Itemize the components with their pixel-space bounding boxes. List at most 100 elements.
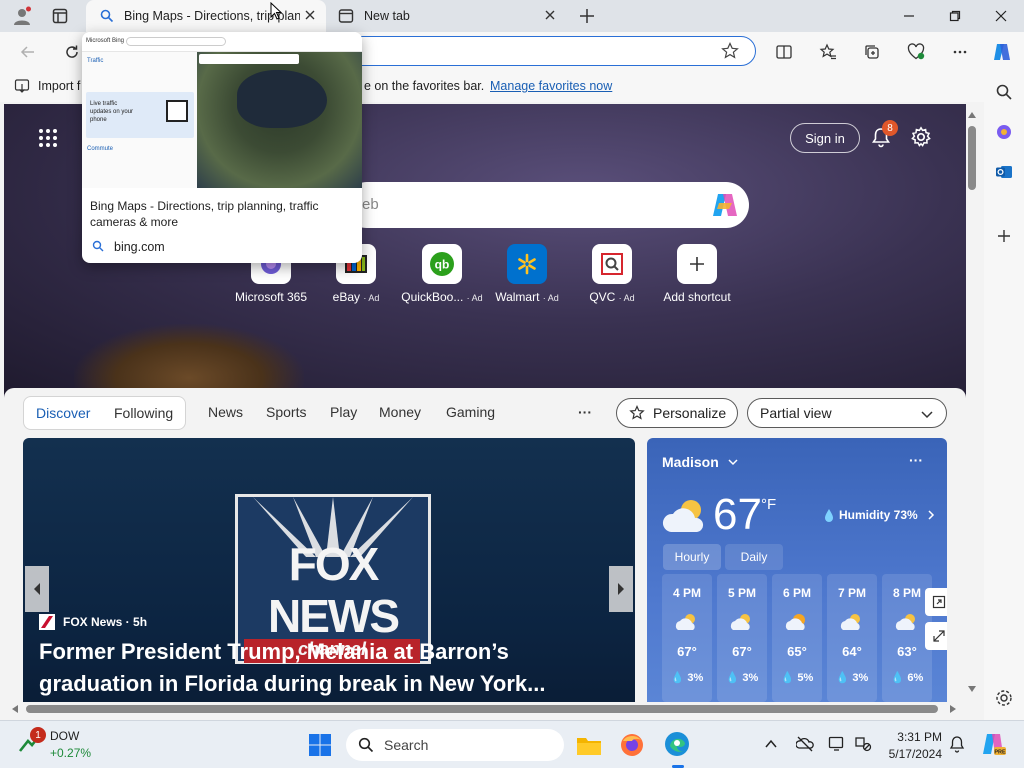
sidebar-search-icon[interactable] (992, 80, 1016, 104)
firefox-icon[interactable] (620, 733, 644, 757)
previous-story-button[interactable] (25, 566, 49, 612)
back-button[interactable] (14, 38, 42, 66)
browser-essentials-button[interactable] (902, 38, 930, 66)
scroll-down-arrow-icon[interactable] (968, 686, 976, 692)
scroll-up-arrow-icon[interactable] (968, 112, 976, 118)
add-shortcut-button[interactable]: Add shortcut (649, 244, 745, 304)
scroll-right-arrow-icon[interactable] (950, 705, 956, 713)
weather-more-button[interactable]: ··· (909, 452, 923, 468)
forecast-temperature: 67° (732, 644, 752, 659)
shortcut-label: Add shortcut (663, 290, 731, 304)
nav-news[interactable]: News (208, 404, 243, 420)
hourly-forecast-item[interactable]: 7 PM 64° 💧 3% (827, 574, 877, 702)
web-search-box[interactable]: eb (344, 182, 749, 228)
copilot-button[interactable] (988, 38, 1016, 66)
view-mode-dropdown[interactable]: Partial view (747, 398, 947, 428)
collections-button[interactable] (858, 38, 886, 66)
nav-sports[interactable]: Sports (266, 404, 306, 420)
stock-widget[interactable]: 1 (18, 727, 46, 755)
vertical-scroll-thumb[interactable] (968, 126, 976, 190)
file-explorer-icon[interactable] (576, 733, 602, 757)
forecast-precipitation: 💧 3% (662, 671, 712, 684)
tab-hover-preview[interactable]: Microsoft Bing Traffic Live traffic upda… (82, 32, 362, 263)
tab-actions-icon[interactable] (52, 8, 68, 24)
new-tab-button[interactable] (578, 7, 596, 25)
notifications-bell-icon[interactable]: 8 (870, 120, 898, 148)
close-tab-icon[interactable] (304, 9, 316, 21)
stock-change: +0.27% (50, 746, 92, 760)
partly-cloudy-icon (894, 612, 920, 632)
scroll-left-arrow-icon[interactable] (12, 705, 18, 713)
personalize-button[interactable]: Personalize (616, 398, 738, 428)
shortcut-quickbooks[interactable]: qb QuickBoo... · Ad (394, 244, 490, 304)
tab-following[interactable]: Following (114, 405, 173, 421)
hourly-forecast-item[interactable]: 5 PM 67° 💧 3% (717, 574, 767, 702)
onedrive-icon[interactable] (796, 735, 814, 753)
shortcut-qvc[interactable]: QVC · Ad (564, 244, 660, 304)
notification-bell-icon[interactable] (948, 735, 966, 753)
import-favorites-link[interactable]: Import f (38, 79, 80, 93)
copilot-app-icon[interactable] (992, 120, 1016, 144)
display-icon[interactable] (828, 735, 846, 753)
rain-drop-icon: 💧 (725, 672, 740, 684)
sidebar-settings-icon[interactable] (992, 686, 1016, 710)
start-button[interactable] (308, 733, 332, 757)
walmart-icon (507, 244, 547, 284)
clock-time[interactable]: 3:31 PM (884, 730, 942, 744)
forecast-hour: 5 PM (727, 586, 756, 600)
qvc-icon (592, 244, 632, 284)
forecast-hour: 4 PM (672, 586, 701, 600)
manage-favorites-link[interactable]: Manage favorites now (490, 79, 612, 93)
more-topics-button[interactable]: ··· (578, 404, 592, 420)
copilot-taskbar-icon[interactable]: PRE (980, 731, 1006, 757)
page-settings-icon[interactable] (910, 126, 932, 148)
tab-new-tab[interactable]: New tab (330, 0, 566, 32)
profile-icon[interactable] (12, 6, 32, 26)
hourly-forecast-item[interactable]: 4 PM 67° 💧 3% (662, 574, 712, 702)
quickbooks-icon: qb (422, 244, 462, 284)
shortcut-label: Walmart (495, 290, 540, 304)
clock-date[interactable]: 5/17/2024 (884, 747, 942, 761)
news-headline[interactable]: Former President Trump, Melania at Barro… (39, 636, 619, 700)
sign-in-button[interactable]: Sign in (790, 123, 860, 153)
next-story-button[interactable] (609, 566, 633, 612)
copilot-search-icon[interactable] (710, 191, 740, 219)
outlook-icon[interactable] (992, 160, 1016, 184)
more-menu-button[interactable] (946, 38, 974, 66)
network-icon[interactable] (854, 735, 872, 753)
expand-weather-button[interactable] (925, 622, 947, 650)
news-card[interactable]: FOX NEWS channel FOX News · 5h Former Pr… (23, 438, 635, 704)
app-launcher-icon[interactable] (38, 128, 58, 148)
preview-domain: bing.com (114, 240, 165, 254)
edge-icon[interactable] (664, 731, 690, 768)
favorites-bar-message: e on the favorites bar. (364, 79, 485, 93)
horizontal-scrollbar[interactable] (4, 702, 966, 716)
favorite-star-icon[interactable] (721, 42, 739, 60)
humidity-readout[interactable]: Humidity 73% (823, 508, 936, 522)
split-screen-button[interactable] (770, 38, 798, 66)
tab-discover[interactable]: Discover (36, 405, 90, 421)
hourly-forecast-item[interactable]: 6 PM 65° 💧 5% (772, 574, 822, 702)
precip-value: 6% (907, 672, 924, 684)
restore-button[interactable] (932, 0, 978, 32)
tab-bing-maps[interactable]: Bing Maps - Directions, trip plann (86, 0, 326, 32)
tab-hourly[interactable]: Hourly (663, 544, 721, 570)
nav-money[interactable]: Money (379, 404, 421, 420)
close-tab-icon[interactable] (544, 9, 556, 21)
add-sidebar-app-icon[interactable] (992, 224, 1016, 248)
tab-daily[interactable]: Daily (725, 544, 783, 570)
show-hidden-icons-chevron-icon[interactable] (764, 737, 778, 751)
shortcut-walmart[interactable]: Walmart · Ad (479, 244, 575, 304)
weather-card[interactable]: Madison ··· 67 °F Humidity 73% Hourly Da… (647, 438, 947, 704)
nav-play[interactable]: Play (330, 404, 357, 420)
weather-location[interactable]: Madison (662, 454, 739, 470)
nav-gaming[interactable]: Gaming (446, 404, 495, 420)
close-window-button[interactable] (978, 0, 1024, 32)
horizontal-scroll-thumb[interactable] (26, 705, 938, 713)
favorites-button[interactable] (814, 38, 842, 66)
shortcut-ad-tag: · Ad (618, 293, 635, 303)
vertical-scrollbar[interactable] (966, 104, 978, 704)
minimize-button[interactable] (886, 0, 932, 32)
open-weather-button[interactable] (925, 588, 947, 616)
taskbar-search-box[interactable]: Search (346, 729, 564, 761)
